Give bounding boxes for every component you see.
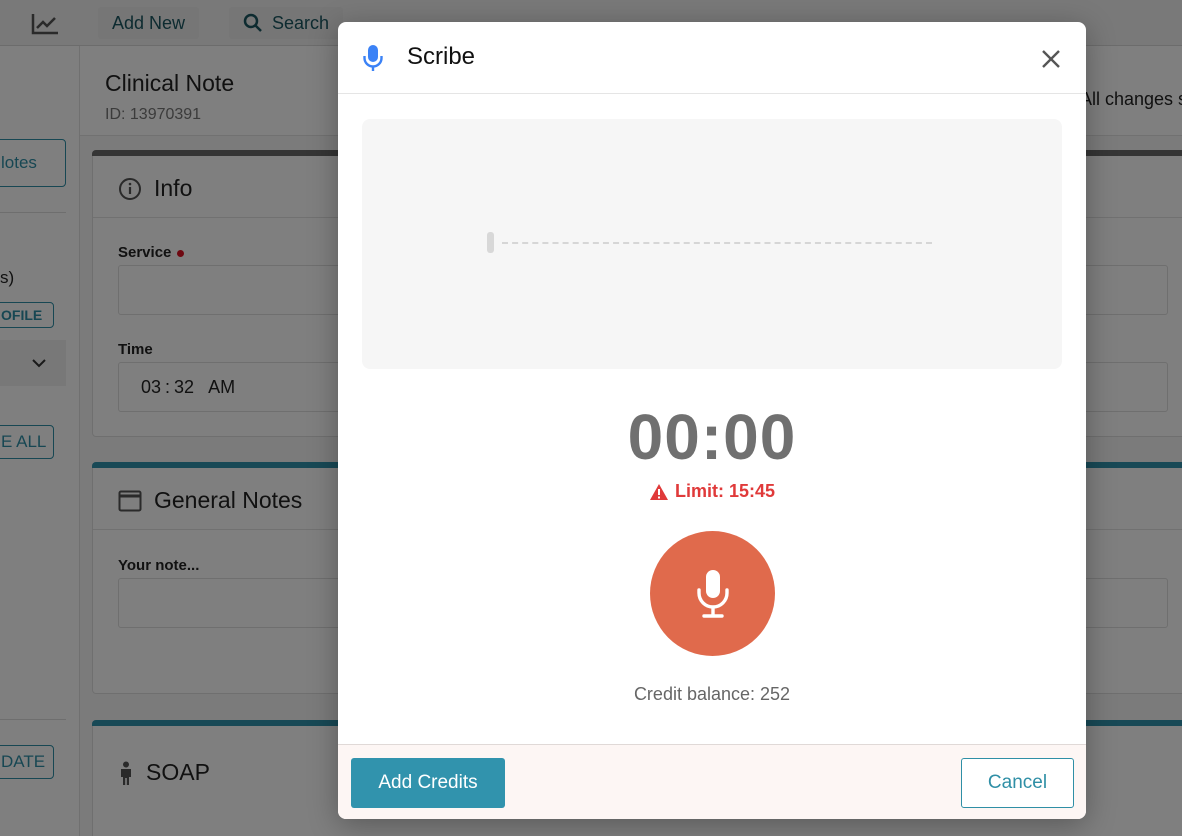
dialog-header: Scribe [338,22,1086,94]
limit-text: Limit: 15:45 [674,481,776,501]
credit-balance: Credit balance: 252 [633,684,791,704]
scribe-dialog: Scribe 00:00 Limit: 15:45 Credit balance… [338,22,1086,819]
dialog-footer: Add Credits Cancel [338,744,1086,819]
recording-timer: 00:00 [627,401,797,473]
record-button[interactable] [650,531,775,656]
close-icon[interactable] [1038,46,1064,72]
waveform-panel [362,119,1062,369]
playhead-handle [487,232,494,253]
add-credits-button[interactable]: Add Credits [351,758,505,808]
dialog-title: Scribe [407,43,476,70]
microphone-icon [696,569,729,618]
microphone-icon [363,45,383,71]
limit-warning: Limit: 15:45 [338,481,1086,502]
cancel-button[interactable]: Cancel [961,758,1074,808]
warning-icon [649,483,668,500]
waveform-track [502,242,932,244]
